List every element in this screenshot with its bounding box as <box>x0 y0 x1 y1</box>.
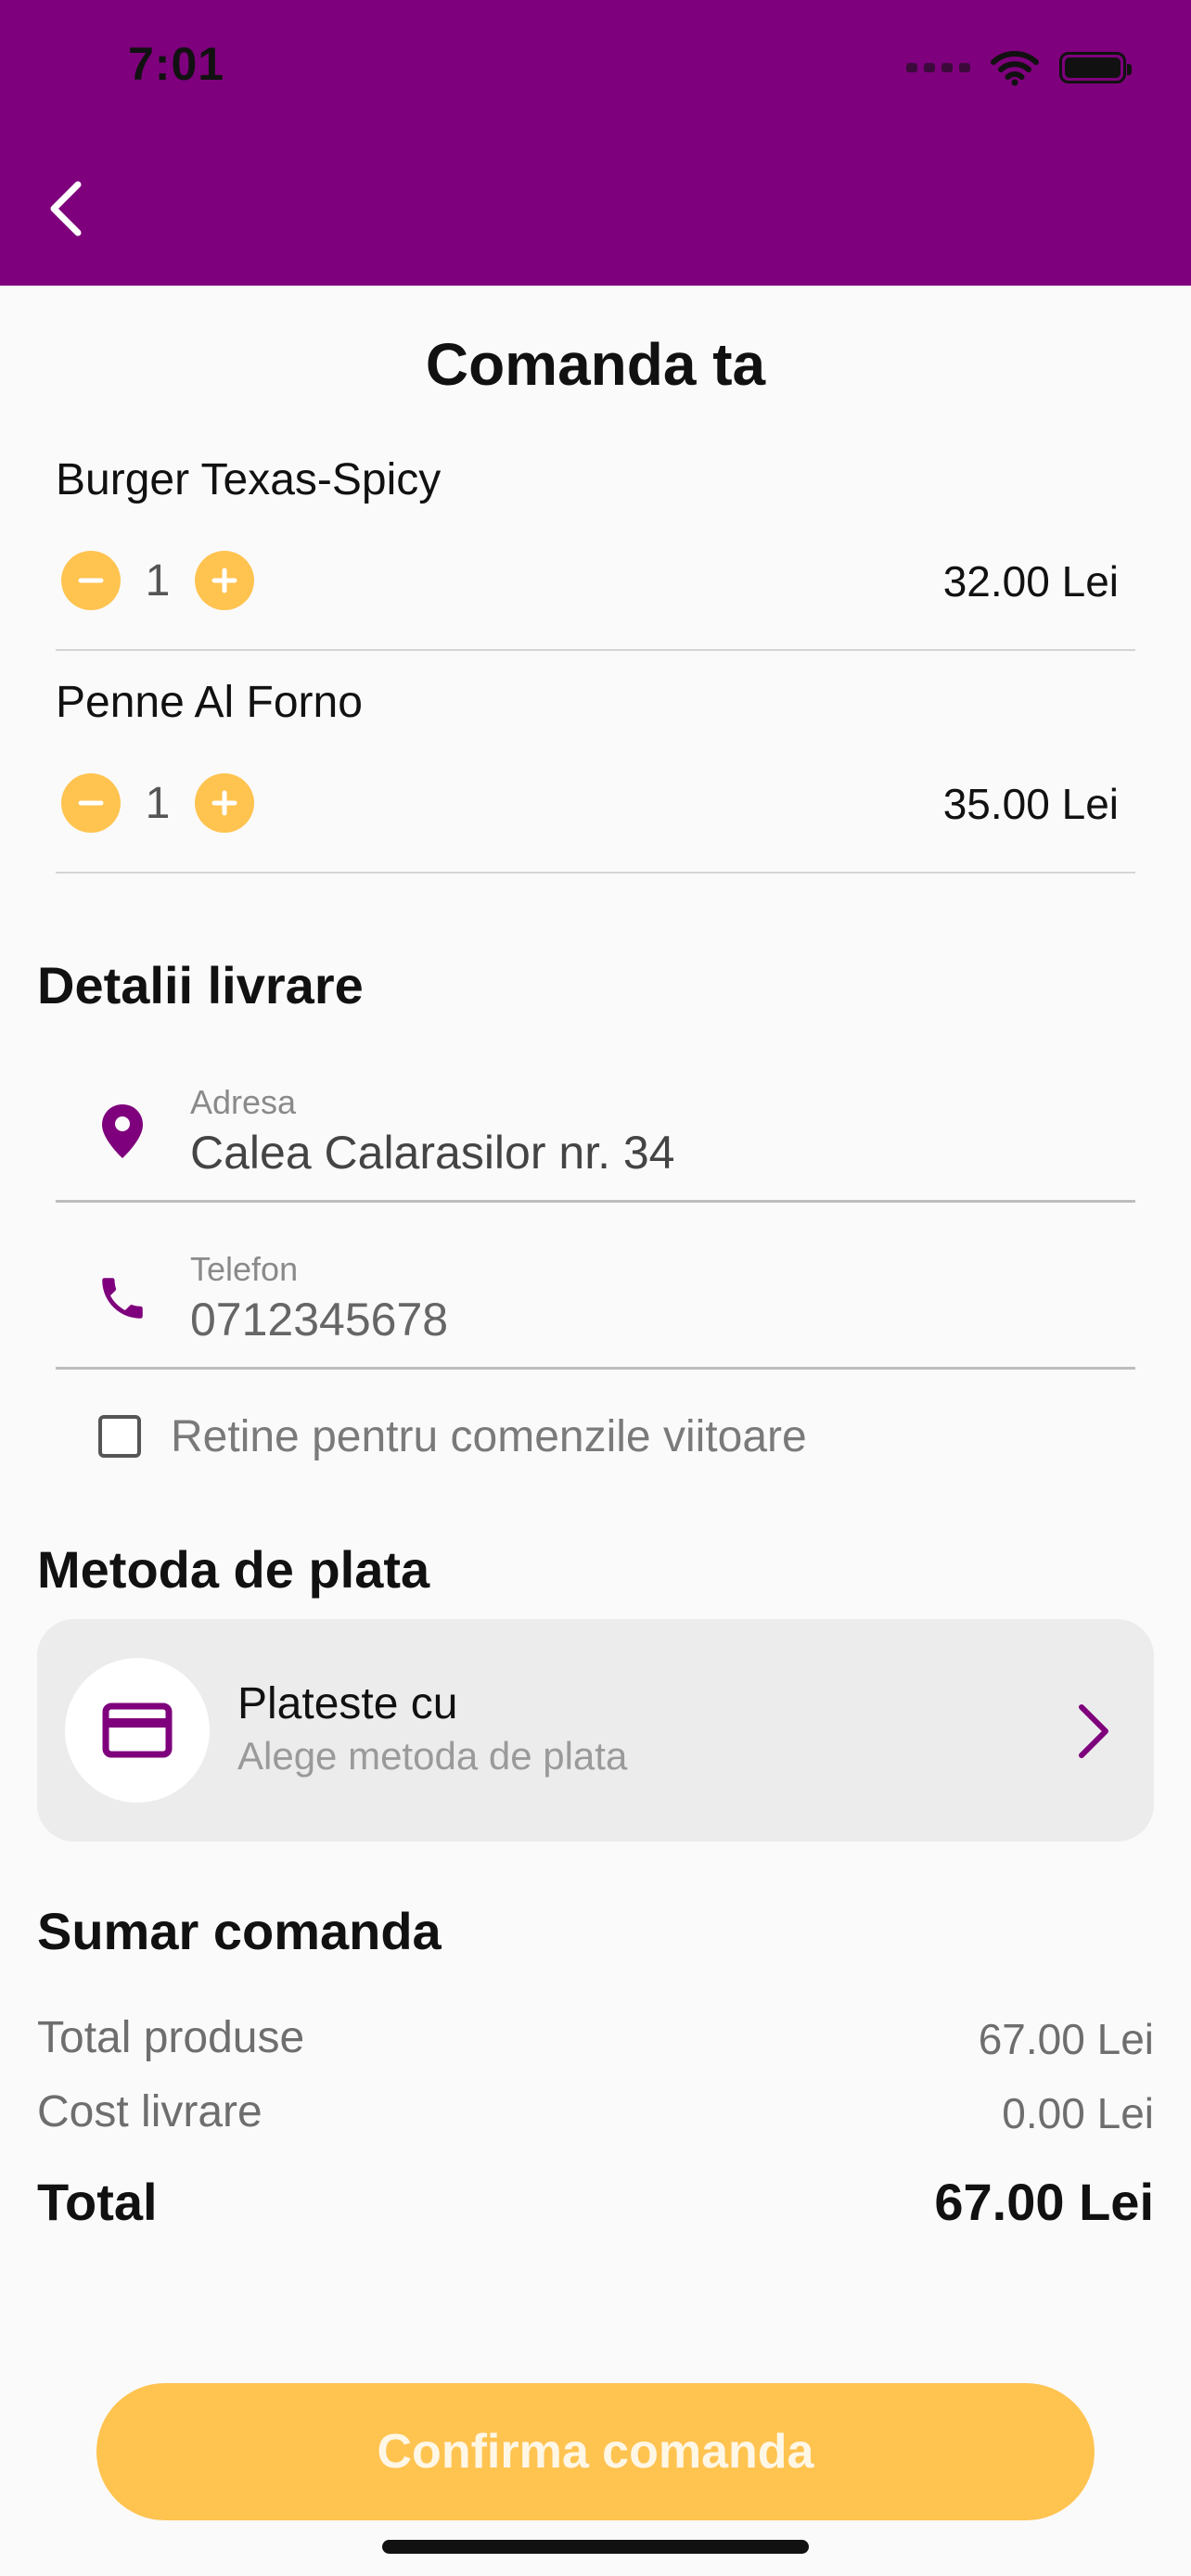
increase-quantity-button[interactable] <box>195 551 254 610</box>
summary-section-title: Sumar comanda <box>37 1902 442 1960</box>
total-products-label: Total produse <box>37 2013 305 2062</box>
increase-quantity-button[interactable] <box>195 773 254 833</box>
chevron-right-icon <box>1067 1697 1122 1766</box>
decrease-quantity-button[interactable] <box>61 773 121 833</box>
remember-checkbox[interactable] <box>98 1415 141 1458</box>
address-label: Adresa <box>190 1083 297 1121</box>
order-item-price: 32.00 Lei <box>942 557 1119 606</box>
payment-section-title: Metoda de plata <box>37 1540 430 1599</box>
phone-underline <box>56 1367 1135 1370</box>
decrease-quantity-button[interactable] <box>61 551 121 610</box>
delivery-cost-label: Cost livrare <box>37 2087 263 2136</box>
plus-icon <box>211 567 237 593</box>
address-field[interactable] <box>190 1126 1118 1180</box>
address-underline <box>56 1200 1135 1203</box>
quantity-value: 1 <box>145 778 171 828</box>
divider <box>56 649 1135 651</box>
quantity-stepper: 1 <box>61 773 254 833</box>
order-item-price: 35.00 Lei <box>942 780 1119 828</box>
confirm-order-button[interactable]: Confirma comanda <box>96 2383 1095 2520</box>
payment-title: Plateste cu <box>237 1679 458 1728</box>
delivery-section-title: Detalii livrare <box>37 956 364 1014</box>
location-pin-icon <box>93 1102 152 1161</box>
phone-field[interactable] <box>190 1293 1118 1346</box>
status-time: 7:01 <box>128 38 225 90</box>
total-value: 67.00 Lei <box>934 2173 1154 2231</box>
page-title: Comanda ta <box>425 331 766 398</box>
quantity-value: 1 <box>145 555 171 606</box>
minus-icon <box>78 578 104 583</box>
phone-label: Telefon <box>190 1250 299 1288</box>
battery-icon <box>1059 52 1132 83</box>
total-label: Total <box>37 2173 158 2231</box>
quantity-stepper: 1 <box>61 551 254 610</box>
chevron-left-icon <box>50 181 82 236</box>
total-products-value: 67.00 Lei <box>978 2015 1154 2063</box>
delivery-cost-value: 0.00 Lei <box>1002 2089 1154 2137</box>
status-icons <box>906 45 1132 91</box>
back-button[interactable] <box>28 167 102 250</box>
phone-icon <box>93 1269 152 1328</box>
home-indicator <box>382 2540 809 2554</box>
credit-card-icon <box>102 1702 173 1758</box>
cellular-signal-icon <box>906 63 970 72</box>
order-item-name: Burger Texas-Spicy <box>56 455 442 504</box>
payment-subtitle: Alege metoda de plata <box>237 1734 628 1778</box>
remember-checkbox-label[interactable]: Retine pentru comenzile viitoare <box>171 1411 807 1462</box>
divider <box>56 872 1135 874</box>
wifi-icon <box>991 51 1039 86</box>
minus-icon <box>78 800 104 806</box>
order-item-name: Penne Al Forno <box>56 678 363 727</box>
plus-icon <box>211 790 237 816</box>
payment-icon-circle <box>65 1658 210 1803</box>
